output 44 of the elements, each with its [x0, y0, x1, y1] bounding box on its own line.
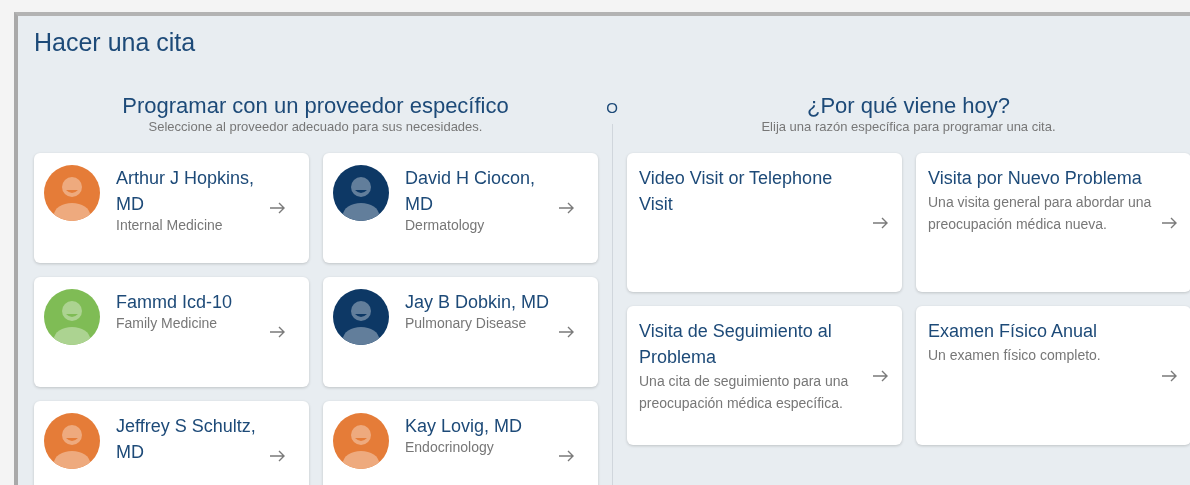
provider-name: Fammd Icd-10 [116, 291, 234, 314]
or-label: O [606, 99, 618, 116]
provider-card[interactable]: Arthur J Hopkins, MD Internal Medicine [34, 153, 309, 263]
reason-title: Visita de Seguimiento al Problema [639, 320, 833, 369]
reason-card[interactable]: Visita de Seguimiento al Problema Una cita de seguimiento para una preocupación médica específica. [627, 306, 902, 445]
arrow-icon [872, 369, 888, 382]
arrow-icon [558, 326, 574, 338]
provider-name: Jeffrey S Schultz, MD [116, 415, 257, 464]
provider-name: Kay Lovig, MD [405, 415, 524, 438]
arrow-icon [1161, 216, 1177, 229]
provider-name: Arthur J Hopkins, MD [116, 167, 256, 216]
provider-specialty: Dermatology [405, 217, 486, 233]
section-subheading: Elija una razón específica para programar una cita. [761, 119, 1056, 134]
provider-name: David H Ciocon, MD [405, 167, 537, 216]
section-heading: ¿Por qué viene hoy? [807, 93, 1010, 119]
provider-card[interactable]: Kay Lovig, MD Endocrinology [323, 401, 598, 485]
arrow-icon [558, 450, 574, 462]
reason-title: Video Visit or Telephone Visit [639, 167, 834, 216]
provider-specialty: Endocrinology [405, 439, 495, 455]
provider-specialty: Family Medicine [116, 315, 219, 331]
provider-card[interactable]: David H Ciocon, MD Dermatology [323, 153, 598, 263]
reason-title: Visita por Nuevo Problema [928, 167, 1143, 190]
reason-card[interactable]: Visita por Nuevo Problema Una visita general para abordar una preocupación médica nueva. [916, 153, 1190, 292]
arrow-icon [269, 326, 285, 338]
section-heading: Programar con un proveedor específico [122, 93, 509, 119]
reason-card[interactable]: Video Visit or Telephone Visit [627, 153, 902, 292]
provider-card[interactable]: Fammd Icd-10 Family Medicine [34, 277, 309, 387]
provider-name: Jay B Dobkin, MD [405, 291, 550, 314]
arrow-icon [872, 216, 888, 229]
arrow-icon [269, 450, 285, 462]
arrow-icon [558, 202, 574, 214]
page-title: Hacer una cita [34, 28, 197, 57]
provider-card[interactable]: Jay B Dobkin, MD Pulmonary Disease [323, 277, 598, 387]
section-subheading: Seleccione al proveedor adecuado para sus necesidades. [148, 119, 483, 134]
provider-specialty: Internal Medicine [116, 217, 224, 233]
reason-title: Examen Físico Anual [928, 320, 1099, 343]
arrow-icon [1161, 369, 1177, 382]
reason-description: Una cita de seguimiento para una preocupación médica específica. [639, 372, 850, 413]
reason-description: Una visita general para abordar una preocupación médica nueva. [928, 193, 1153, 234]
provider-specialty: Pulmonary Disease [405, 315, 528, 331]
reason-card[interactable]: Examen Físico Anual Un examen físico completo. [916, 306, 1190, 445]
provider-card[interactable]: Jeffrey S Schultz, MD [34, 401, 309, 485]
arrow-icon [269, 202, 285, 214]
reason-description: Un examen físico completo. [928, 346, 1102, 365]
